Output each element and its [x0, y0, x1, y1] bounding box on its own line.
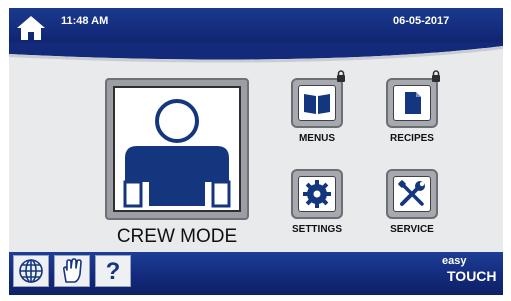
touch-screen: 11:48 AM 06-05-2017 CREW MODE MENUS RECI… [9, 8, 503, 295]
recipes-label: RECIPES [390, 133, 434, 144]
top-bar: 11:48 AM 06-05-2017 [9, 8, 503, 46]
home-button[interactable] [15, 13, 47, 43]
brand-logo-touch: TOUCH [447, 268, 497, 284]
clean-screen-button[interactable] [54, 255, 90, 287]
status-time: 11:48 AM [61, 15, 109, 27]
gear-icon [303, 180, 331, 208]
recipes-lock-icon [432, 70, 440, 82]
document-icon [405, 92, 421, 114]
language-button[interactable] [13, 255, 49, 287]
recipes-button[interactable] [386, 78, 438, 128]
home-icon [17, 16, 45, 40]
crew-mode-label: CREW MODE [116, 226, 238, 247]
bottom-bar: ? easy TOUCH [9, 252, 503, 295]
service-tile-face [393, 176, 431, 212]
device-bezel: 11:48 AM 06-05-2017 CREW MODE MENUS RECI… [0, 0, 511, 301]
hand-icon [62, 258, 82, 283]
menus-button[interactable] [291, 78, 343, 128]
help-button[interactable]: ? [95, 255, 131, 287]
status-date: 06-05-2017 [393, 15, 450, 27]
crew-avatar-frame [113, 86, 241, 212]
settings-button[interactable] [291, 169, 343, 219]
crew-mode-button[interactable] [105, 78, 249, 220]
settings-label: SETTINGS [291, 224, 342, 235]
menus-tile-face [298, 85, 336, 121]
settings-tile-face [298, 176, 336, 212]
service-button[interactable] [386, 169, 438, 219]
book-icon [304, 94, 330, 114]
wrench-screwdriver-icon [398, 180, 425, 206]
recipes-tile-face [393, 85, 431, 121]
menus-label: MENUS [298, 133, 336, 144]
question-icon: ? [105, 258, 121, 285]
crew-person-icon [123, 99, 231, 208]
brand-logo-easy: easy [442, 255, 467, 267]
globe-icon [19, 259, 43, 283]
header-swoosh [9, 42, 503, 63]
service-label: SERVICE [390, 224, 434, 235]
menus-lock-icon [337, 70, 345, 82]
